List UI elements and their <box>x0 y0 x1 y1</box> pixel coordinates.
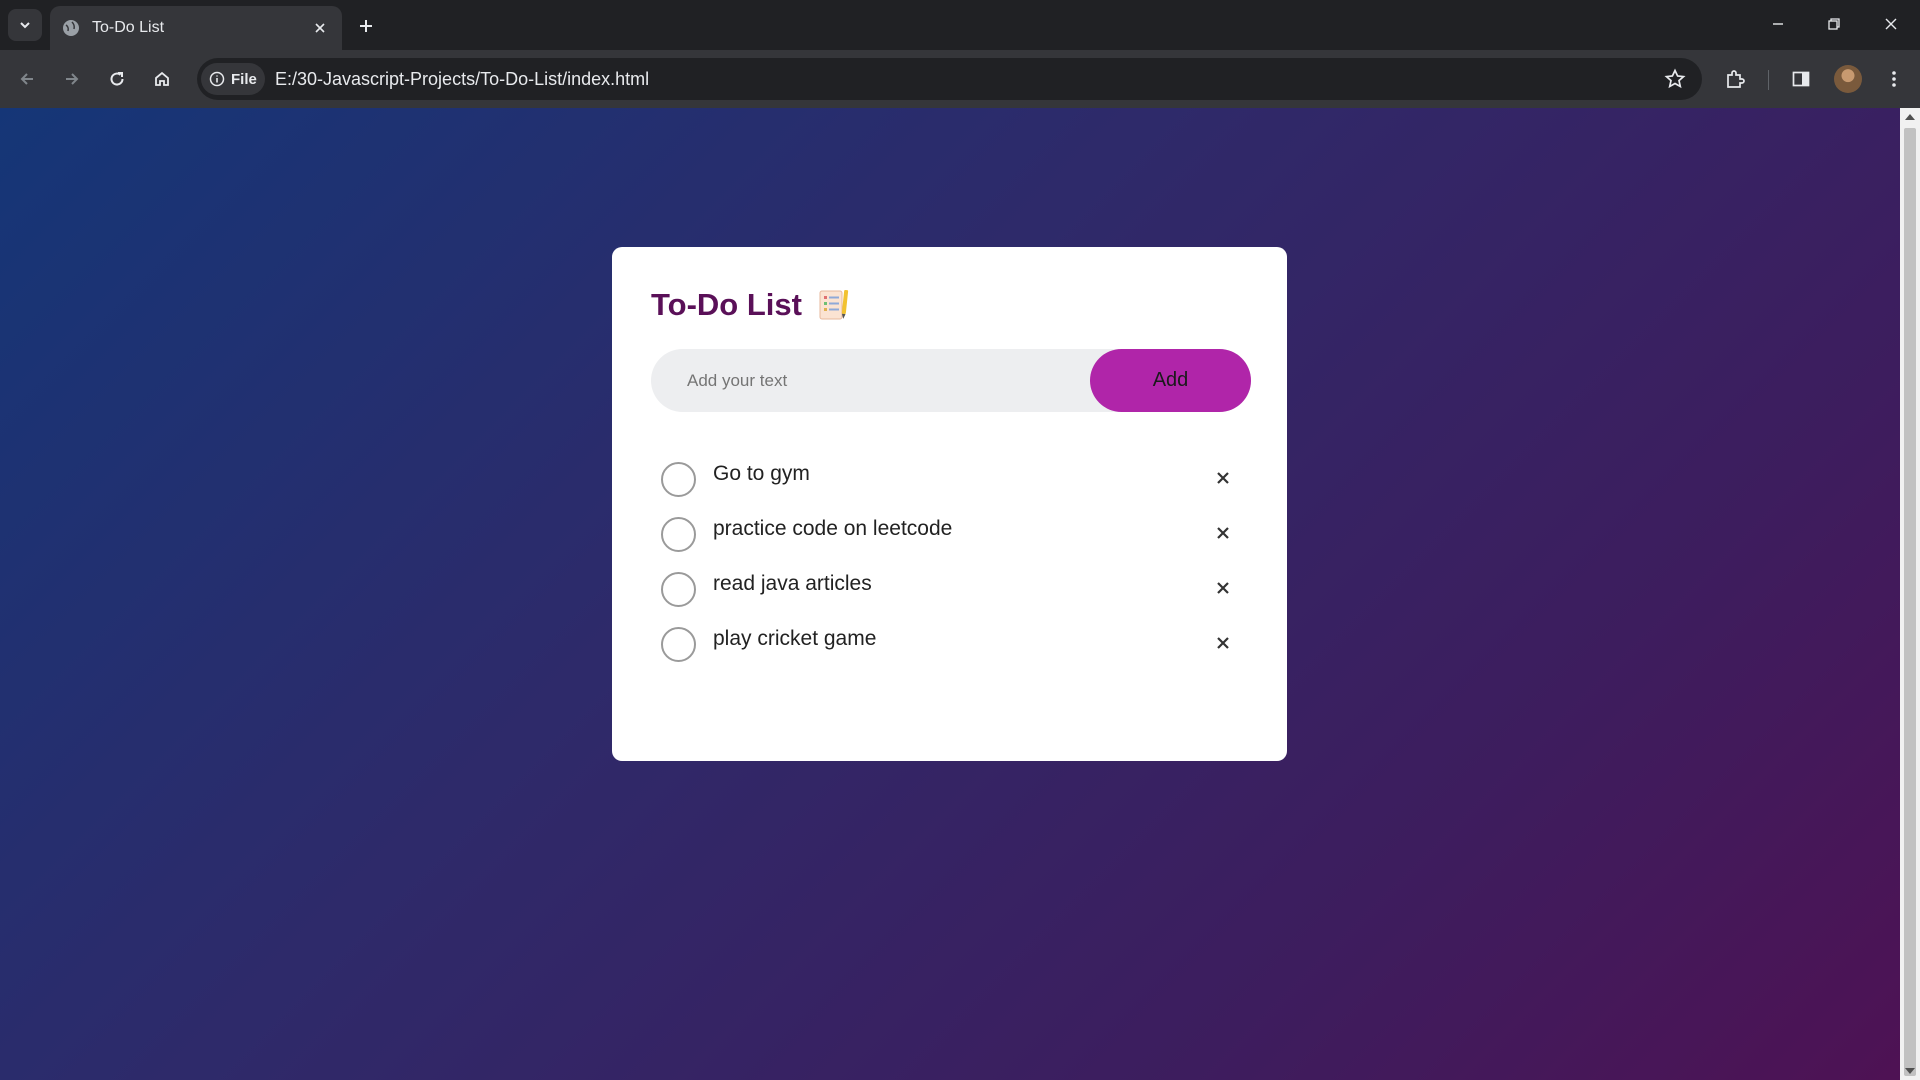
site-chip-label: File <box>231 70 257 88</box>
site-info-chip[interactable]: File <box>201 63 265 95</box>
new-tab-button[interactable] <box>352 12 380 40</box>
minimize-icon <box>1773 23 1783 25</box>
profile-avatar[interactable] <box>1834 65 1862 93</box>
task-remove-button[interactable] <box>1208 518 1238 548</box>
browser-tab-bar: To-Do List <box>0 0 1920 50</box>
task-text: Go to gym <box>713 461 810 485</box>
extensions-button[interactable] <box>1718 62 1752 96</box>
task-remove-button[interactable] <box>1208 463 1238 493</box>
task-item[interactable]: Go to gym <box>651 448 1250 503</box>
puzzle-icon <box>1727 70 1745 88</box>
home-button[interactable] <box>145 62 179 96</box>
browser-tab-active[interactable]: To-Do List <box>50 6 342 50</box>
restore-icon <box>1828 18 1840 30</box>
close-icon <box>1217 581 1229 594</box>
back-button[interactable] <box>10 62 44 96</box>
side-panel-button[interactable] <box>1784 62 1818 96</box>
task-item[interactable]: read java articles <box>651 558 1250 613</box>
task-list: Go to gym practice code on leetcode read… <box>651 448 1250 668</box>
notepad-icon <box>819 289 849 320</box>
task-remove-button[interactable] <box>1208 628 1238 658</box>
chevron-down-icon <box>20 22 30 29</box>
address-bar[interactable]: File E:/30-Javascript-Projects/To-Do-Lis… <box>197 58 1702 100</box>
plus-icon <box>360 20 372 32</box>
page-viewport: To-Do List Add Go to gym <box>0 108 1900 1080</box>
tab-close-button[interactable] <box>310 18 330 38</box>
task-remove-button[interactable] <box>1208 573 1238 603</box>
task-item[interactable]: practice code on leetcode <box>651 503 1250 558</box>
add-button[interactable]: Add <box>1090 349 1251 412</box>
close-icon <box>315 23 325 33</box>
close-icon <box>1217 526 1229 539</box>
window-close-button[interactable] <box>1871 6 1911 42</box>
todo-app-card: To-Do List Add Go to gym <box>612 247 1287 761</box>
bookmark-star-icon[interactable] <box>1664 68 1686 90</box>
globe-icon <box>63 20 79 36</box>
close-icon <box>1885 18 1897 30</box>
arrow-left-icon <box>20 73 33 85</box>
task-text: read java articles <box>713 571 872 595</box>
tab-title: To-Do List <box>92 19 165 36</box>
tab-search-button[interactable] <box>8 9 42 41</box>
task-input-row: Add <box>651 349 1251 412</box>
reload-button[interactable] <box>100 62 134 96</box>
app-title: To-Do List <box>651 287 1250 323</box>
window-restore-button[interactable] <box>1814 6 1854 42</box>
app-title-text: To-Do List <box>651 287 802 322</box>
window-minimize-button[interactable] <box>1758 6 1798 42</box>
task-input[interactable] <box>651 349 1090 412</box>
task-item[interactable]: play cricket game <box>651 613 1250 668</box>
toolbar-divider <box>1768 70 1769 90</box>
scroll-down-arrow[interactable] <box>1905 1068 1915 1074</box>
task-checkbox[interactable] <box>661 462 696 497</box>
scroll-thumb[interactable] <box>1904 128 1916 1076</box>
task-checkbox[interactable] <box>661 517 696 552</box>
close-icon <box>1217 471 1229 484</box>
close-icon <box>1217 636 1229 649</box>
info-icon <box>209 71 225 87</box>
forward-button[interactable] <box>55 62 89 96</box>
browser-toolbar: File E:/30-Javascript-Projects/To-Do-Lis… <box>0 50 1920 108</box>
browser-menu-button[interactable] <box>1877 62 1911 96</box>
page-scrollbar[interactable] <box>1900 108 1920 1080</box>
reload-icon <box>110 72 124 86</box>
task-checkbox[interactable] <box>661 627 696 662</box>
scroll-up-arrow[interactable] <box>1905 114 1915 120</box>
arrow-right-icon <box>66 73 79 85</box>
task-checkbox[interactable] <box>661 572 696 607</box>
more-vert-icon <box>1892 71 1896 87</box>
task-text: practice code on leetcode <box>713 516 953 540</box>
url-text[interactable]: E:/30-Javascript-Projects/To-Do-List/ind… <box>275 69 649 90</box>
home-icon <box>155 71 169 86</box>
task-text: play cricket game <box>713 626 877 650</box>
side-panel-icon <box>1792 71 1810 87</box>
